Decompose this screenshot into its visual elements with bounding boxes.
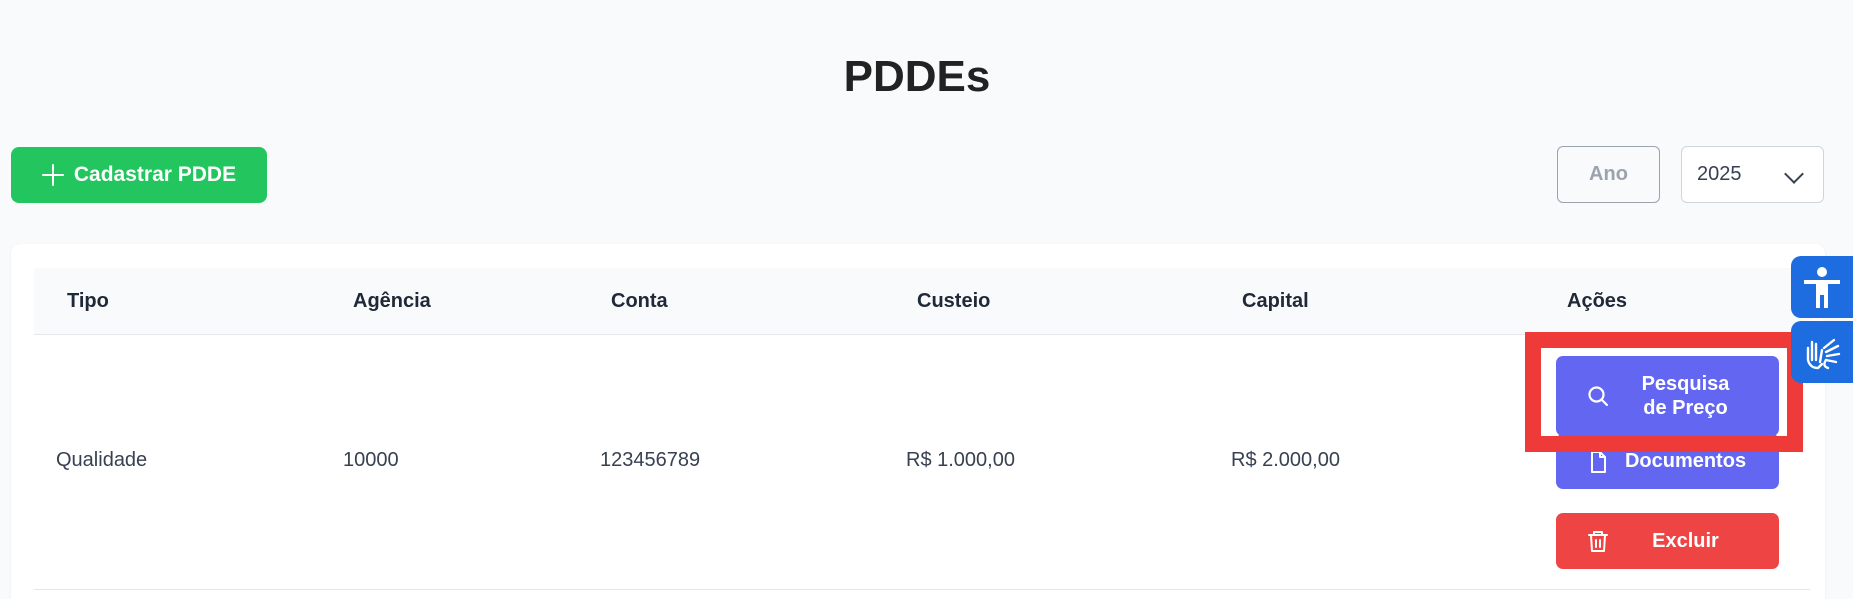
delete-button[interactable]: Excluir <box>1556 513 1779 569</box>
cell-agencia: 10000 <box>343 449 399 471</box>
plus-icon <box>41 164 64 186</box>
cell-capital: R$ 2.000,00 <box>1231 449 1340 471</box>
sign-language-button[interactable] <box>1791 321 1853 383</box>
year-select-value: 2025 <box>1697 163 1742 185</box>
document-icon <box>1591 450 1606 473</box>
add-pdde-button[interactable]: Cadastrar PDDE <box>11 147 267 203</box>
column-header-tipo: Tipo <box>67 290 109 312</box>
table-header: Tipo Agência Conta Custeio Capital Ações <box>34 268 1810 335</box>
accessibility-button[interactable] <box>1791 256 1853 318</box>
column-header-conta: Conta <box>611 290 668 312</box>
column-header-acoes: Ações <box>1567 290 1628 312</box>
column-header-custeio: Custeio <box>917 290 991 312</box>
chevron-down-icon <box>1784 164 1804 184</box>
search-price-button[interactable]: Pesquisa de Preço <box>1556 356 1779 436</box>
page-title: PDDEs <box>843 52 991 101</box>
cell-tipo: Qualidade <box>56 449 148 471</box>
row-divider <box>34 589 1810 590</box>
column-header-capital: Capital <box>1242 290 1309 312</box>
add-pdde-label: Cadastrar PDDE <box>73 163 237 186</box>
documents-button[interactable]: Documentos <box>1556 434 1779 489</box>
search-price-label: Pesquisa de Preço <box>1641 373 1730 419</box>
accessibility-person-icon <box>1804 267 1840 308</box>
year-select[interactable]: 2025 <box>1681 146 1824 203</box>
year-label-button[interactable]: Ano <box>1557 146 1660 203</box>
search-icon <box>1588 386 1609 407</box>
sign-language-hands-icon <box>1806 338 1841 370</box>
trash-icon <box>1588 531 1608 552</box>
documents-label: Documentos <box>1624 450 1747 472</box>
cell-custeio: R$ 1.000,00 <box>906 449 1015 471</box>
pdde-table-card: Tipo Agência Conta Custeio Capital Ações… <box>11 244 1825 599</box>
column-header-agencia: Agência <box>353 290 431 312</box>
delete-label: Excluir <box>1652 529 1719 552</box>
cell-conta: 123456789 <box>600 449 701 471</box>
